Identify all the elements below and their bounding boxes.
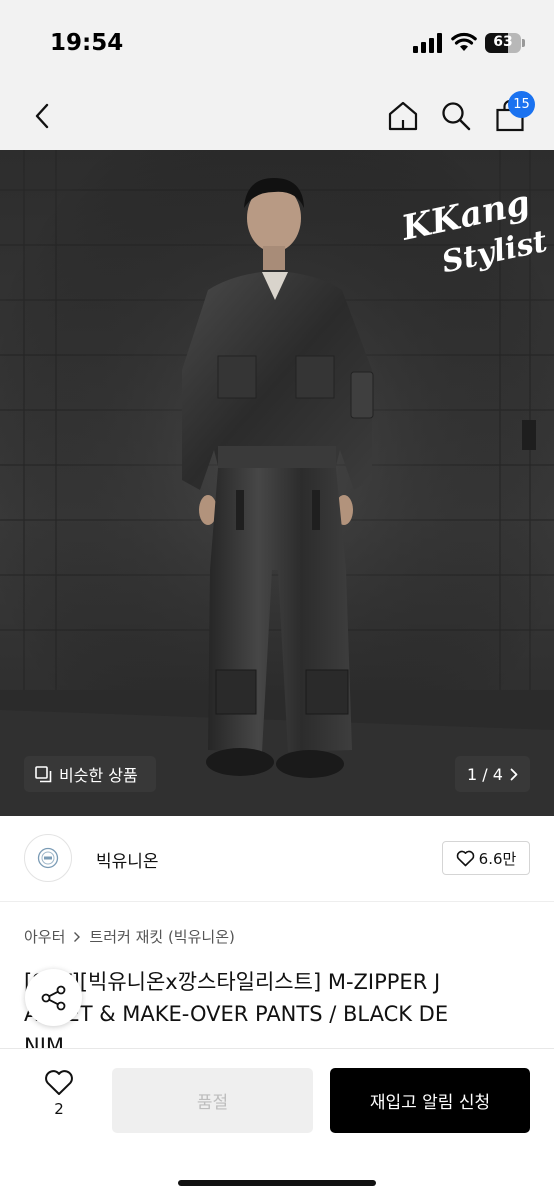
product-title-line: [SET][빅유니온x깡스타일리스트] M-ZIPPER J	[24, 970, 441, 994]
product-photo: KKang Stylist	[0, 150, 554, 816]
nav-bar	[0, 88, 554, 150]
search-icon	[442, 102, 471, 131]
product-title-line: ACKET & MAKE-OVER PANTS / BLACK DE	[24, 1002, 449, 1026]
similar-products-label: 비슷한 상품	[59, 766, 138, 785]
brand-logo[interactable]	[24, 834, 72, 882]
search-button[interactable]	[434, 94, 478, 138]
battery-level: 63	[493, 34, 513, 50]
brand-like-button[interactable]: 6.6만	[442, 841, 530, 875]
image-page-indicator[interactable]: 1 / 4	[455, 756, 530, 792]
signal-icon	[413, 33, 442, 53]
restock-alert-button[interactable]: 재입고 알림 신청	[330, 1068, 530, 1133]
brand-emblem-icon	[37, 847, 59, 869]
home-icon	[388, 101, 418, 131]
back-button[interactable]	[20, 94, 64, 138]
heart-icon	[45, 1070, 73, 1095]
product-image-gallery[interactable]: KKang Stylist	[0, 150, 554, 816]
battery-icon: 63	[485, 31, 525, 55]
brand-row: 빅유니온 6.6만	[0, 816, 554, 902]
home-button[interactable]	[381, 94, 425, 138]
status-bar: 19:54 63	[0, 0, 554, 88]
brand-like-count: 6.6만	[478, 849, 517, 868]
heart-icon	[456, 850, 474, 866]
brand-name[interactable]: 빅유니온	[96, 847, 159, 872]
wishlist-button[interactable]: 2	[30, 1069, 88, 1133]
chevron-right-icon	[74, 931, 81, 942]
similar-products-button[interactable]: 비슷한 상품	[24, 756, 156, 792]
share-button[interactable]	[25, 969, 82, 1026]
status-time: 19:54	[50, 30, 124, 56]
breadcrumb-item[interactable]: 트러커 재킷 (빅유니온)	[89, 926, 234, 947]
breadcrumb: 아우터 트러커 재킷 (빅유니온)	[24, 926, 235, 947]
chevron-left-icon	[35, 103, 49, 129]
cart-count-badge: 15	[508, 91, 535, 118]
copy-icon	[35, 765, 52, 782]
wishlist-count: 2	[54, 1100, 64, 1118]
wifi-icon	[451, 32, 477, 51]
breadcrumb-item[interactable]: 아우터	[24, 926, 65, 947]
share-icon	[41, 985, 65, 1010]
sold-out-button[interactable]: 품절	[112, 1068, 313, 1133]
bottom-action-bar: 2 품절 재입고 알림 신청	[0, 1048, 554, 1200]
chevron-right-icon	[510, 768, 518, 780]
page-indicator-text: 1 / 4	[467, 764, 503, 784]
home-indicator	[178, 1180, 376, 1186]
